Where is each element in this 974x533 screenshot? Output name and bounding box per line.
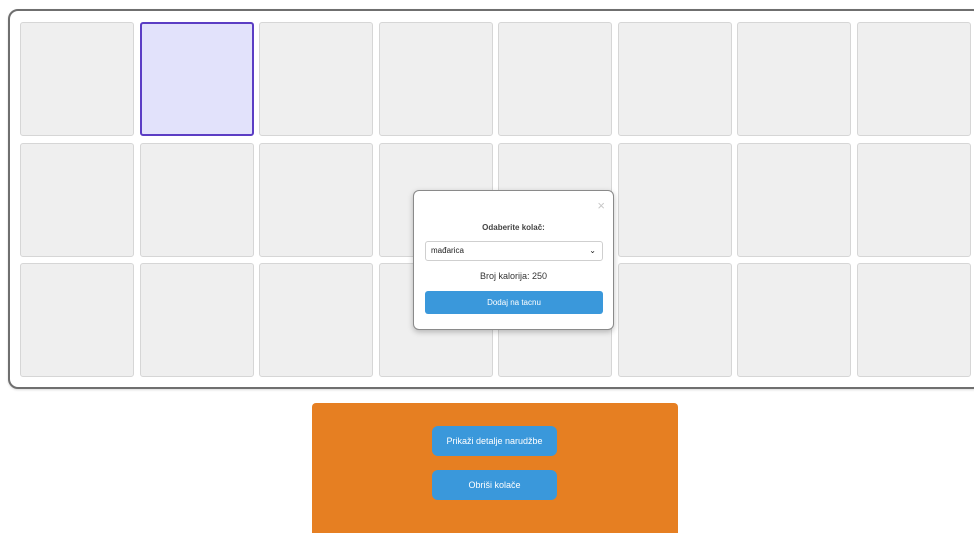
- tray-slot[interactable]: [259, 263, 373, 377]
- modal-title: Odaberite kolač:: [482, 223, 545, 232]
- tray-slot[interactable]: [20, 22, 134, 136]
- tray-slot[interactable]: [378, 22, 493, 136]
- tray-slot[interactable]: [737, 22, 851, 136]
- cake-select-modal: × Odaberite kolač: mađarica ⌄ Broj kalor…: [413, 190, 614, 330]
- delete-cakes-button[interactable]: Obriši kolače: [432, 470, 557, 500]
- tray-slot[interactable]: [737, 263, 851, 377]
- controls-panel: Prikaži detalje narudžbe Obriši kolače: [312, 403, 678, 533]
- tray-slot[interactable]: [139, 22, 254, 136]
- tray-slot[interactable]: [737, 142, 851, 257]
- tray-slot[interactable]: [856, 142, 971, 257]
- calories-label: Broj kalorija: 250: [479, 271, 548, 281]
- tray-slot[interactable]: [856, 22, 971, 136]
- cake-select[interactable]: mađarica ⌄: [425, 241, 603, 261]
- tray-slot[interactable]: [617, 142, 732, 257]
- add-to-tray-button[interactable]: Dodaj na tacnu: [425, 291, 603, 314]
- tray-slot[interactable]: [856, 263, 971, 377]
- tray-slot[interactable]: [617, 22, 732, 136]
- chevron-down-icon: ⌄: [589, 246, 596, 255]
- tray-slot[interactable]: [498, 22, 612, 136]
- tray-slot[interactable]: [20, 263, 134, 377]
- tray-slot[interactable]: [20, 142, 134, 257]
- cake-select-value: mađarica: [431, 246, 464, 255]
- tray-slot[interactable]: [259, 22, 373, 136]
- tray-slot[interactable]: [617, 263, 732, 377]
- close-icon[interactable]: ×: [597, 199, 605, 212]
- tray-slot[interactable]: [259, 142, 373, 257]
- tray-slot[interactable]: [139, 263, 254, 377]
- show-order-details-button[interactable]: Prikaži detalje narudžbe: [432, 426, 557, 456]
- tray-slot[interactable]: [139, 142, 254, 257]
